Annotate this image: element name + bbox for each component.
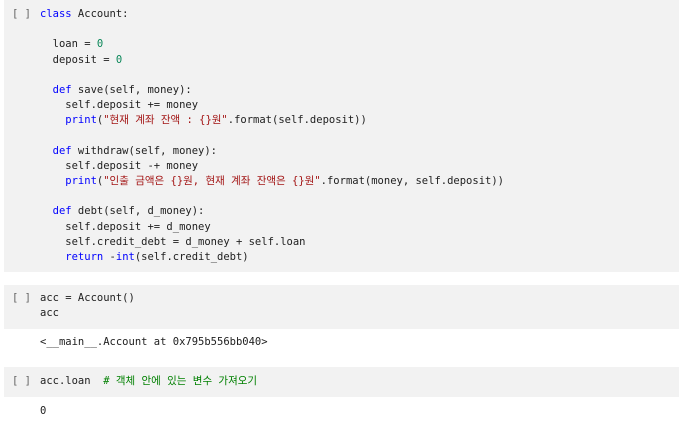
run-cell-button[interactable]: [ ] xyxy=(12,375,31,387)
code-token: self.deposit -+ money xyxy=(40,159,199,172)
cell-output: 0 xyxy=(40,405,47,417)
code-token: "현재 계좌 잔액 : {}원" xyxy=(103,114,228,127)
code-token: withdraw(self, money): xyxy=(71,144,218,157)
code-token: - xyxy=(103,251,116,263)
code-line: self.deposit += money xyxy=(40,98,679,113)
code-token: .format(money, self.deposit)) xyxy=(320,175,504,188)
run-cell-button[interactable]: [ ] xyxy=(12,8,31,20)
code-token: print xyxy=(40,114,97,127)
code-token: print xyxy=(40,175,97,188)
code-line: loan = 0 xyxy=(40,37,679,52)
code-token: int xyxy=(115,251,135,263)
code-token: (self.credit_debt) xyxy=(134,251,249,263)
code-token: deposit = xyxy=(40,53,116,66)
code-token: # 객체 안에 있는 변수 가져오기 xyxy=(103,375,258,387)
code-token: save(self, money): xyxy=(71,83,192,96)
code-token: 0 xyxy=(115,53,123,66)
code-line: def save(self, money): xyxy=(40,83,679,98)
cell-output: <__main__.Account at 0x795b556bb040> xyxy=(40,336,268,348)
code-line: deposit = 0 xyxy=(40,53,679,68)
code-line: acc.loan # 객체 안에 있는 변수 가져오기 xyxy=(40,374,679,389)
code-cell-account-class[interactable]: [ ] class Account: loan = 0 deposit = 0 … xyxy=(4,0,679,272)
code-token: def xyxy=(40,205,72,218)
code-token: Account: xyxy=(71,8,129,20)
code-line: class Account: xyxy=(40,7,679,22)
code-token: self.deposit += d_money xyxy=(40,220,211,233)
code-token: acc.loan xyxy=(40,375,104,387)
code-token: self.credit_debt = d_money + self.loan xyxy=(40,235,306,248)
code-line: print("현재 계좌 잔액 : {}원".format(self.depos… xyxy=(40,113,679,128)
code-token: return xyxy=(40,251,104,263)
code-editor[interactable]: acc.loan # 객체 안에 있는 변수 가져오기 xyxy=(40,374,679,389)
code-token: acc xyxy=(40,307,59,320)
code-line: self.deposit += d_money xyxy=(40,220,679,235)
code-token: debt(self, d_money): xyxy=(71,205,205,218)
code-token: acc = Account() xyxy=(40,292,135,304)
code-token: def xyxy=(40,83,72,96)
code-token: 0 xyxy=(96,38,104,51)
code-token: .format(self.deposit)) xyxy=(227,114,367,127)
code-token: self.deposit += money xyxy=(40,99,199,112)
code-editor[interactable]: acc = Account() acc xyxy=(40,291,679,321)
code-line: return -int(self.credit_debt) xyxy=(40,250,679,265)
code-token: loan = xyxy=(40,38,97,51)
code-line: def debt(self, d_money): xyxy=(40,204,679,219)
code-editor[interactable]: class Account: loan = 0 deposit = 0 def … xyxy=(40,7,679,265)
run-cell-button[interactable]: [ ] xyxy=(12,292,31,304)
code-line: self.deposit -+ money xyxy=(40,159,679,174)
code-token: def xyxy=(40,144,72,157)
code-token: class xyxy=(40,8,72,20)
code-line: self.credit_debt = d_money + self.loan xyxy=(40,235,679,250)
code-line: def withdraw(self, money): xyxy=(40,144,679,159)
code-line: acc xyxy=(40,306,679,321)
code-line: acc = Account() xyxy=(40,291,679,306)
code-token: "인출 금액은 {}원, 현재 계좌 잔액은 {}원" xyxy=(103,175,321,188)
code-cell-create-account[interactable]: [ ] acc = Account() acc xyxy=(4,285,679,329)
code-cell-access-loan[interactable]: [ ] acc.loan # 객체 안에 있는 변수 가져오기 xyxy=(4,367,679,397)
code-line: print("인출 금액은 {}원, 현재 계좌 잔액은 {}원".format… xyxy=(40,174,679,189)
